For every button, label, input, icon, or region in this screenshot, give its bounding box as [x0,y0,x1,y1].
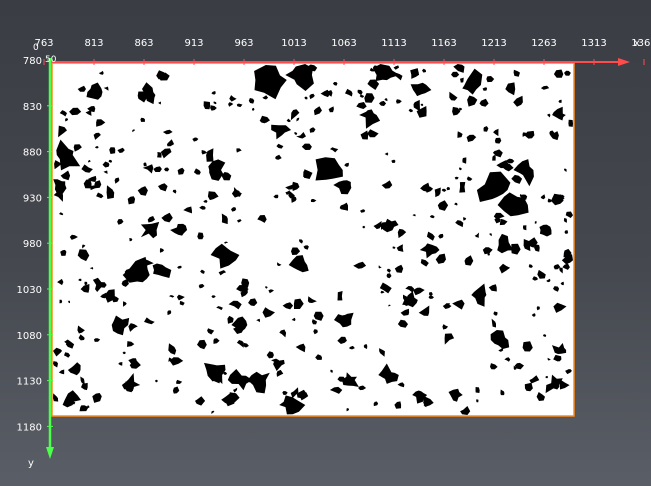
x-tick-label: 963 [234,38,253,49]
x-tick-label: 1013 [281,38,306,49]
x-tick-label: 1263 [531,38,556,49]
x-tick-label: 813 [84,38,103,49]
x-tick-label: 1163 [431,38,456,49]
y-tick-label: 830 [23,102,42,113]
y-tick-label: 930 [23,193,42,204]
x-tick-label: 1313 [581,38,606,49]
x-tick-label: 863 [134,38,153,49]
y-axis: 780 830 880 930 980 1030 1080 1130 1180 y [17,56,54,469]
y-tick-label: 980 [23,239,42,250]
y-tick-label: 1080 [17,331,42,342]
x-tick-label: 1063 [331,38,356,49]
pore [568,119,573,127]
y-tick-label: 1180 [17,422,42,433]
pore [523,225,527,231]
y-tick-label: 1030 [17,285,42,296]
y-axis-name: y [28,458,34,469]
origin-label: 0 [33,43,39,53]
x-axis: 763 813 863 913 963 1013 1063 1113 1163 1213 1263 1… [34,38,651,66]
pore [157,152,162,158]
x-tick-label: 1113 [381,38,406,49]
z-axis-label: 50 [45,55,57,65]
x-tick-label: 1213 [481,38,506,49]
y-tick-label: 780 [23,56,42,67]
pore [459,182,466,193]
y-tick-label: 1130 [17,377,42,388]
x-axis-ticks: 763 813 863 913 963 1013 1063 1113 1163 1213 1263 1… [34,38,651,65]
y-axis-ticks: 780 830 880 930 980 1030 1080 1130 1180 [17,56,53,433]
x-axis-arrow-icon [618,58,630,66]
y-axis-arrow-icon [46,447,54,459]
x-axis-name: x [634,38,640,49]
y-tick-label: 880 [23,148,42,159]
volume-viewer-canvas[interactable]: 763 813 863 913 963 1013 1063 1113 1163 1213 1263 1… [0,0,651,486]
x-tick-label: 913 [184,38,203,49]
pore [337,291,343,301]
binary-image-slice [51,62,575,417]
